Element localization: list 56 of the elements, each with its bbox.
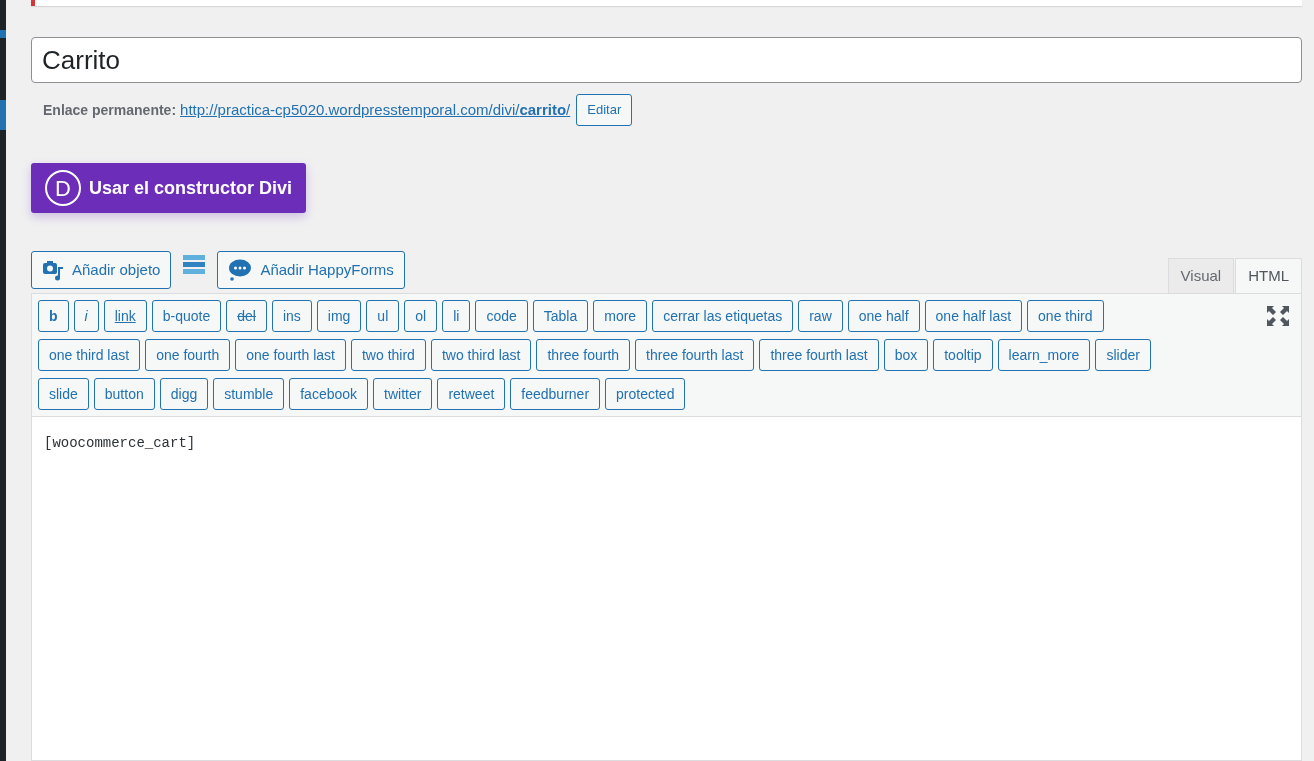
quicktag-button[interactable]: one half bbox=[847, 300, 920, 332]
editor-tab[interactable]: HTML bbox=[1235, 258, 1302, 294]
add-forms-button[interactable]: Añadir HappyForms bbox=[217, 251, 405, 289]
divi-builder-button[interactable]: D Usar el constructor Divi bbox=[31, 163, 307, 213]
add-media-button[interactable]: Añadir objeto bbox=[31, 251, 172, 289]
quicktag-button[interactable]: b bbox=[38, 300, 69, 332]
quicktag-button[interactable]: three fourth last bbox=[759, 339, 879, 371]
camera-music-icon bbox=[42, 259, 64, 281]
quicktag-button[interactable]: learn_more bbox=[997, 339, 1091, 371]
stacked-bars-icon[interactable] bbox=[183, 253, 206, 275]
quicktag-button[interactable]: i bbox=[73, 300, 99, 332]
fullscreen-icon[interactable] bbox=[1267, 306, 1289, 326]
quicktag-button[interactable]: more bbox=[593, 300, 648, 332]
quicktag-button[interactable]: one third last bbox=[38, 339, 141, 371]
title-field[interactable]: Carrito bbox=[31, 37, 1302, 83]
editor-text[interactable]: [woocommerce_cart] bbox=[32, 417, 1301, 470]
quicktag-button[interactable]: feedburner bbox=[510, 378, 601, 410]
quicktag-button[interactable]: button bbox=[93, 378, 155, 410]
quicktag-button[interactable]: three fourth bbox=[536, 339, 631, 371]
quicktag-button[interactable]: protected bbox=[605, 378, 686, 410]
quicktag-button[interactable]: one fourth bbox=[145, 339, 231, 371]
quicktag-button[interactable]: img bbox=[316, 300, 362, 332]
quicktag-button[interactable]: ins bbox=[271, 300, 312, 332]
speech-bubble-icon bbox=[228, 258, 253, 282]
quicktag-button[interactable]: one third bbox=[1027, 300, 1104, 332]
quicktag-button[interactable]: ul bbox=[366, 300, 400, 332]
quicktag-button[interactable]: box bbox=[883, 339, 929, 371]
menu-highlight bbox=[0, 30, 6, 38]
quicktag-button[interactable]: Tabla bbox=[532, 300, 589, 332]
menu-highlight bbox=[0, 100, 6, 130]
quicktag-button[interactable]: cerrar las etiquetas bbox=[652, 300, 794, 332]
quicktag-button[interactable]: twitter bbox=[373, 378, 433, 410]
quicktag-button[interactable]: b-quote bbox=[151, 300, 222, 332]
quicktag-button[interactable]: one half last bbox=[924, 300, 1023, 332]
quicktag-button[interactable]: slider bbox=[1095, 339, 1151, 371]
quicktag-button[interactable]: one fourth last bbox=[235, 339, 346, 371]
quicktag-button[interactable]: two third bbox=[350, 339, 426, 371]
quicktag-button[interactable]: tooltip bbox=[933, 339, 993, 371]
quicktag-button[interactable]: three fourth last bbox=[635, 339, 755, 371]
quicktag-button[interactable]: stumble bbox=[213, 378, 285, 410]
quicktag-button[interactable]: facebook bbox=[289, 378, 369, 410]
divi-logo: D bbox=[45, 170, 81, 206]
quicktag-button[interactable]: retweet bbox=[437, 378, 506, 410]
quicktag-button[interactable]: raw bbox=[798, 300, 843, 332]
quicktag-button[interactable]: digg bbox=[159, 378, 209, 410]
quicktag-button[interactable]: two third last bbox=[430, 339, 532, 371]
quicktag-button[interactable]: li bbox=[442, 300, 471, 332]
quicktag-button[interactable]: del bbox=[226, 300, 267, 332]
quicktag-button[interactable]: code bbox=[475, 300, 528, 332]
edit-button[interactable]: Editar bbox=[576, 94, 633, 126]
quicktag-button[interactable]: slide bbox=[38, 378, 89, 410]
permalink-link[interactable]: http://practica-cp5020.wordpresstemporal.com/divi/carrito/ bbox=[180, 98, 571, 122]
permalink-label: Enlace permanente: bbox=[43, 100, 177, 120]
quicktag-button[interactable]: link bbox=[103, 300, 147, 332]
quicktag-button[interactable]: ol bbox=[404, 300, 438, 332]
editor-tab[interactable]: Visual bbox=[1167, 258, 1235, 294]
